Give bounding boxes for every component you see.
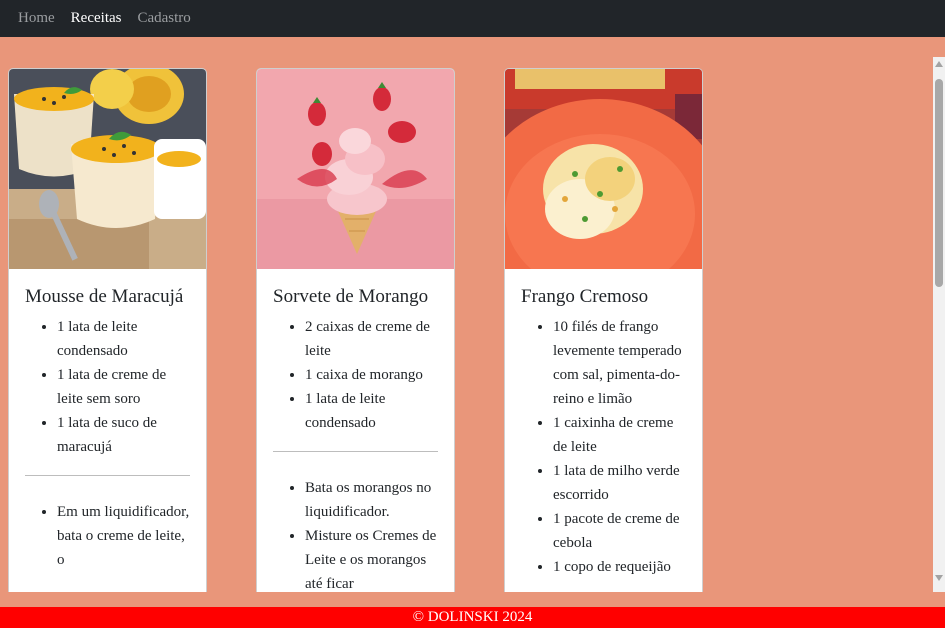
nav-link-cadastro[interactable]: Cadastro [137, 11, 190, 26]
scrollbar-thumb[interactable] [935, 79, 943, 287]
divider [25, 475, 190, 476]
footer: © DOLINSKI 2024 [0, 607, 945, 628]
navbar: Home Receitas Cadastro [0, 0, 945, 37]
list-item: 2 caixas de creme de leite [305, 315, 438, 363]
list-item: 1 lata de creme de leite sem soro [57, 363, 190, 411]
recipe-card-sorvete: Sorvete de Morango 2 caixas de creme de … [256, 68, 455, 592]
recipe-image-frango [505, 69, 702, 269]
steps-list: Em um liquidificador, bata o creme de le… [25, 500, 190, 572]
steps-list: Bata os morangos no liquidificador. Mist… [273, 476, 438, 592]
ingredients-list: 1 lata de leite condensado 1 lata de cre… [25, 315, 190, 459]
list-item: 1 lata de suco de maracujá [57, 411, 190, 459]
list-item: 10 filés de frango levemente temperado c… [553, 315, 686, 411]
list-item: Bata os morangos no liquidificador. [305, 476, 438, 524]
list-item: 1 lata de leite condensado [57, 315, 190, 363]
list-item: 1 caixinha de creme de leite [553, 411, 686, 459]
recipe-title: Mousse de Maracujá [25, 286, 184, 307]
scroll-up-arrow-icon[interactable] [935, 61, 943, 67]
list-item: 1 lata de leite condensado [305, 387, 438, 435]
ingredients-list: 2 caixas de creme de leite 1 caixa de mo… [273, 315, 438, 435]
list-item: 1 lata de milho verde escorrido [553, 459, 686, 507]
recipe-title: Frango Cremoso [521, 286, 649, 307]
recipe-card-frango: Frango Cremoso 10 filés de frango leveme… [504, 68, 703, 592]
nav-link-receitas[interactable]: Receitas [71, 11, 122, 26]
footer-copyright: © DOLINSKI 2024 [412, 609, 533, 625]
recipe-title: Sorvete de Morango [273, 286, 429, 307]
nav-link-home[interactable]: Home [18, 11, 55, 26]
recipe-image-sorvete [257, 69, 454, 269]
list-item: Em um liquidificador, bata o creme de le… [57, 500, 190, 572]
recipe-image-mousse [9, 69, 206, 269]
vertical-scrollbar[interactable] [933, 57, 945, 592]
list-item: Misture os Cremes de Leite e os morangos… [305, 524, 438, 592]
divider [273, 451, 438, 452]
list-item: 1 caixa de morango [305, 363, 438, 387]
list-item: 1 copo de requeijão [553, 555, 686, 579]
list-item: 1 pacote de creme de cebola [553, 507, 686, 555]
ingredients-list: 10 filés de frango levemente temperado c… [521, 315, 686, 579]
recipes-content: Mousse de Maracujá 1 lata de leite conde… [0, 57, 933, 592]
recipe-card-mousse: Mousse de Maracujá 1 lata de leite conde… [8, 68, 207, 592]
scroll-down-arrow-icon[interactable] [935, 575, 943, 581]
